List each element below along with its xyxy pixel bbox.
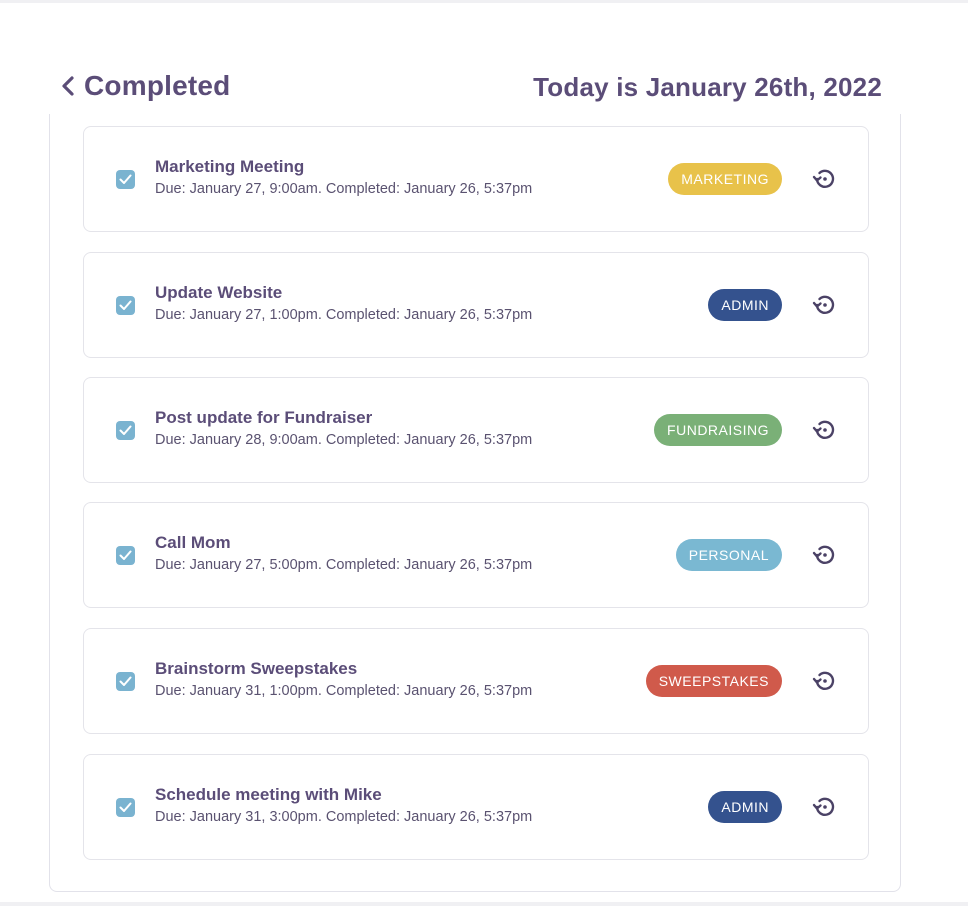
task-meta: Due: January 27, 9:00am. Completed: Janu… bbox=[155, 181, 533, 197]
restore-icon bbox=[812, 797, 835, 816]
task-tag[interactable]: MARKETING bbox=[668, 163, 782, 195]
task-title: Update Website bbox=[155, 283, 283, 302]
back-button[interactable]: Completed bbox=[58, 66, 230, 106]
restore-icon bbox=[812, 545, 835, 564]
task-card: Update Website Due: January 27, 1:00pm. … bbox=[83, 252, 869, 358]
task-meta: Due: January 28, 9:00am. Completed: Janu… bbox=[155, 432, 533, 448]
page-header: Completed Today is January 26th, 2022 bbox=[58, 66, 882, 106]
restore-button[interactable] bbox=[810, 667, 838, 695]
task-tag[interactable]: ADMIN bbox=[708, 791, 782, 823]
task-title: Marketing Meeting bbox=[155, 157, 305, 176]
restore-button[interactable] bbox=[810, 793, 838, 821]
today-date: Today is January 26th, 2022 bbox=[533, 72, 882, 102]
task-tag[interactable]: ADMIN bbox=[708, 289, 782, 321]
task-title: Post update for Fundraiser bbox=[155, 408, 373, 427]
task-checkbox[interactable] bbox=[116, 798, 135, 817]
check-icon bbox=[119, 174, 132, 184]
check-icon bbox=[119, 425, 132, 435]
bottom-divider bbox=[0, 902, 968, 906]
check-icon bbox=[119, 676, 132, 686]
chevron-left-icon bbox=[58, 74, 78, 98]
restore-button[interactable] bbox=[810, 541, 838, 569]
check-icon bbox=[119, 300, 132, 310]
restore-icon bbox=[812, 295, 835, 314]
restore-button[interactable] bbox=[810, 416, 838, 444]
task-tag[interactable]: FUNDRAISING bbox=[654, 414, 782, 446]
task-title: Call Mom bbox=[155, 533, 231, 552]
task-tag[interactable]: SWEEPSTAKES bbox=[645, 665, 782, 697]
task-card: Post update for Fundraiser Due: January … bbox=[83, 377, 869, 483]
task-title: Brainstorm Sweepstakes bbox=[155, 659, 358, 678]
restore-icon bbox=[812, 420, 835, 439]
task-card: Brainstorm Sweepstakes Due: January 31, … bbox=[83, 628, 869, 734]
restore-button[interactable] bbox=[810, 291, 838, 319]
task-meta: Due: January 31, 3:00pm. Completed: Janu… bbox=[155, 809, 533, 825]
task-card: Schedule meeting with Mike Due: January … bbox=[83, 754, 869, 860]
task-checkbox[interactable] bbox=[116, 546, 135, 565]
task-checkbox[interactable] bbox=[116, 421, 135, 440]
page-title: Completed bbox=[84, 70, 231, 101]
task-meta: Due: January 27, 5:00pm. Completed: Janu… bbox=[155, 557, 533, 573]
task-checkbox[interactable] bbox=[116, 296, 135, 315]
task-meta: Due: January 31, 1:00pm. Completed: Janu… bbox=[155, 683, 533, 699]
task-card: Marketing Meeting Due: January 27, 9:00a… bbox=[83, 126, 869, 232]
task-checkbox[interactable] bbox=[116, 672, 135, 691]
restore-icon bbox=[812, 671, 835, 690]
check-icon bbox=[119, 802, 132, 812]
top-divider bbox=[0, 0, 968, 3]
task-tag[interactable]: PERSONAL bbox=[675, 539, 782, 571]
task-title: Schedule meeting with Mike bbox=[155, 785, 382, 804]
task-meta: Due: January 27, 1:00pm. Completed: Janu… bbox=[155, 307, 533, 323]
task-checkbox[interactable] bbox=[116, 170, 135, 189]
restore-icon bbox=[812, 169, 835, 188]
restore-button[interactable] bbox=[810, 165, 838, 193]
check-icon bbox=[119, 550, 132, 560]
task-card: Call Mom Due: January 27, 5:00pm. Comple… bbox=[83, 502, 869, 608]
